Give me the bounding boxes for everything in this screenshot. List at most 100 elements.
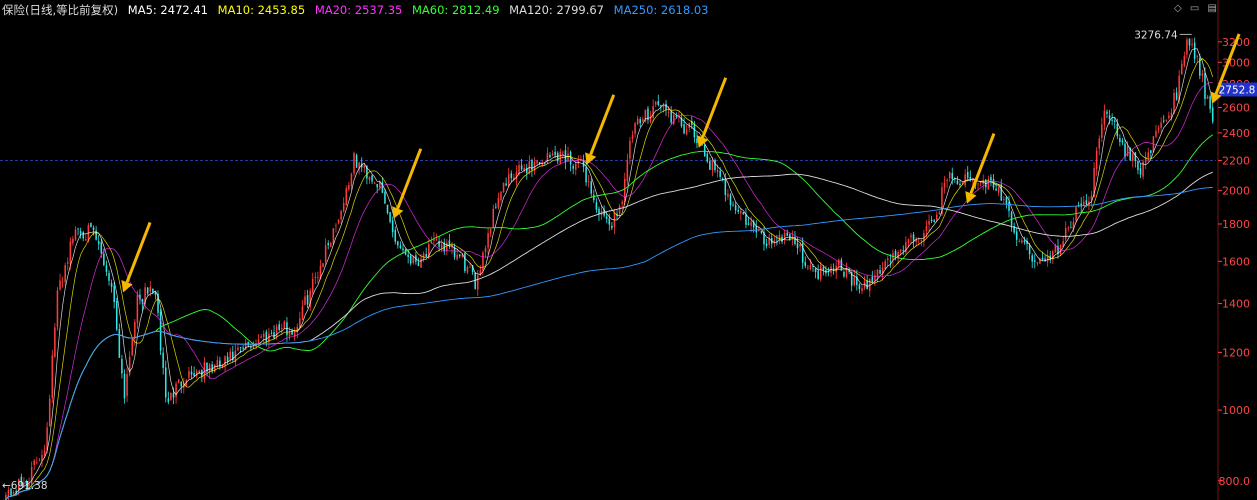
candle-body <box>59 280 61 290</box>
candle-body <box>719 170 721 177</box>
candle-body <box>118 329 121 358</box>
candle-body <box>332 228 335 245</box>
candle-body <box>1175 92 1178 100</box>
candle-body <box>386 204 389 213</box>
candle-body <box>556 152 559 162</box>
price-chart[interactable]: 800.0 1000 1200 1400 1600 1800 2000 2200 2400 260… <box>0 0 1257 500</box>
candle-body <box>105 265 108 272</box>
candle-body <box>136 294 139 323</box>
candle-body <box>363 165 366 168</box>
candle-body <box>121 358 123 374</box>
candle-body <box>353 152 355 174</box>
candle-body <box>1036 262 1039 264</box>
candle-body <box>562 152 564 154</box>
candle-body <box>1015 231 1018 240</box>
candle-body <box>843 271 845 277</box>
candle-body <box>177 379 180 383</box>
candle-body <box>959 183 961 186</box>
candle-body <box>242 347 244 349</box>
ma5-line <box>5 48 1214 500</box>
candle-body <box>667 112 670 113</box>
candle-body <box>149 286 152 292</box>
ma60-line <box>5 134 1213 500</box>
candle-body <box>572 166 574 169</box>
ma20-line <box>5 82 1213 500</box>
candle-body <box>435 239 438 240</box>
candle-body <box>162 352 164 368</box>
candle-body <box>724 179 727 195</box>
candle-body <box>466 267 469 273</box>
candle-body <box>425 253 427 257</box>
candle-body <box>693 123 696 138</box>
candle-body <box>1162 120 1165 122</box>
candle-body <box>260 336 262 338</box>
candle-body <box>956 180 959 185</box>
candle-body <box>747 223 750 225</box>
candle-body <box>1113 120 1116 122</box>
candle-body <box>1150 150 1152 153</box>
ma250-line <box>5 186 1213 500</box>
y-tick-label: 2600 <box>1222 102 1250 115</box>
candle-body <box>1160 122 1162 128</box>
candle-body <box>639 119 642 124</box>
candle-body <box>216 360 219 367</box>
candle-body <box>520 165 523 170</box>
candle-body <box>170 392 172 400</box>
candle-body <box>590 181 593 194</box>
candle-body <box>1070 227 1072 229</box>
candle-body <box>745 214 747 225</box>
candle-body <box>100 242 103 254</box>
candle-body <box>737 210 739 212</box>
candle-body <box>489 228 492 234</box>
candle-body <box>417 262 420 266</box>
annotations: 3276.74 ←691.38 <box>2 29 1241 492</box>
candle-body <box>809 265 812 270</box>
y-tick-label: 1600 <box>1222 255 1250 268</box>
chart-toggle-icon[interactable]: ▭ <box>1190 3 1199 14</box>
candle-body <box>458 254 461 257</box>
candle-body <box>672 114 675 124</box>
candle-body <box>884 261 886 269</box>
candle-body <box>518 164 520 175</box>
candle-body <box>164 367 167 398</box>
candle-body <box>1028 245 1031 255</box>
ma20-label: MA20: 2537.35 <box>314 3 403 17</box>
candle-body <box>1157 128 1160 130</box>
candle-body <box>765 243 768 247</box>
candle-body <box>134 321 136 339</box>
candle-body <box>1098 138 1101 149</box>
candle-body <box>598 208 600 215</box>
candle-body <box>90 222 92 228</box>
candle-body <box>376 183 378 188</box>
candle-body <box>1180 63 1183 75</box>
candle-body <box>301 306 304 320</box>
arrow-annotation-2 <box>396 148 423 210</box>
candle-body <box>1031 255 1033 262</box>
menu-icon[interactable]: ▤ <box>1208 3 1217 14</box>
candle-body <box>1023 240 1026 243</box>
candle-body <box>330 243 332 247</box>
candle-body <box>732 204 734 206</box>
candle-body <box>85 239 87 241</box>
candle-body <box>804 262 807 266</box>
candle-body <box>1095 150 1098 169</box>
candle-body <box>69 241 72 264</box>
candle-body <box>262 333 265 337</box>
candle-body <box>484 248 487 253</box>
candle-body <box>477 275 479 290</box>
candle-body <box>567 153 569 162</box>
candle-body <box>943 182 946 188</box>
candle-body <box>12 492 15 494</box>
ma120-line <box>5 171 1213 500</box>
arrow-annotation-1 <box>125 221 152 283</box>
candle-body <box>1126 145 1129 157</box>
candle-body <box>626 160 629 181</box>
candle-body <box>1137 161 1139 170</box>
candle-body <box>889 260 892 262</box>
candle-body <box>734 204 737 211</box>
candle-body <box>887 258 889 261</box>
candle-body <box>38 460 41 462</box>
diamond-icon[interactable]: ◇ <box>1174 3 1182 14</box>
candle-body <box>611 225 613 229</box>
candle-body <box>507 174 510 187</box>
